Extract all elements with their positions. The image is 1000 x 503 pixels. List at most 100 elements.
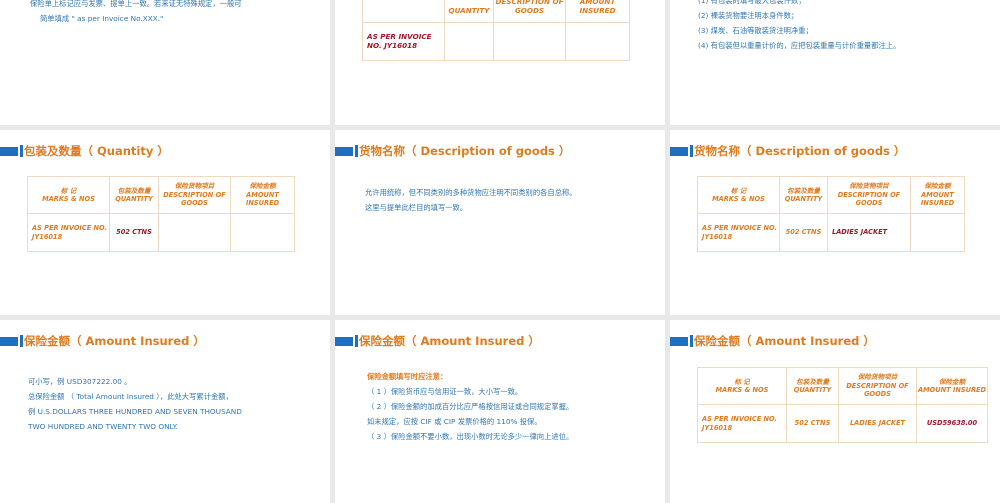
header-quantity: QUANTITY xyxy=(115,195,153,203)
header-quantity-cn: 包装及数量 xyxy=(787,186,820,195)
header-amount-cn: 保险金额 xyxy=(249,182,276,191)
cell-marks: AS PER INVOICE NO. JY16018 xyxy=(697,213,780,252)
title-block-icon xyxy=(335,336,353,346)
body-line: 如未规定，应按 CIF 或 CIP 发票价格的 110% 投保。 xyxy=(367,417,542,426)
cell-quantity: 502 CTNS xyxy=(779,213,828,252)
body-line: (2) 裸装货物要注明本身件数； xyxy=(698,11,799,20)
header-marks: MARKS & NOS xyxy=(715,386,769,394)
slide-title: 保险金额（ Amount Insured ） xyxy=(670,334,875,348)
title-bar-icon xyxy=(355,145,358,157)
body-line: TWO HUNDRED AND TWENTY TWO ONLY. xyxy=(28,422,178,431)
title-text: 货物名称（ Description of goods ） xyxy=(359,144,571,158)
header-marks: MARKS & NOS xyxy=(42,195,95,203)
cell-description xyxy=(158,213,231,252)
body-line: 保险单上标记应与发票、提单上一致。若来证无特殊规定，一般可 xyxy=(30,0,242,8)
body-line: （ 1 ）保险货币应与信用证一致，大小写一致。 xyxy=(367,387,523,396)
cell-amount xyxy=(910,213,965,252)
cell-amount xyxy=(565,22,630,61)
header-description: DESCRIPTION OF GOODS xyxy=(495,0,564,15)
header-quantity-cn: 包装及数量 xyxy=(796,377,829,386)
header-marks-cn: 标 记 xyxy=(734,377,750,386)
title-block-icon xyxy=(0,336,18,346)
header-quantity-cn: 包装及数量 xyxy=(117,186,151,195)
header-marks-cn: 标 记 xyxy=(60,186,77,195)
header-description: DESCRIPTION OF GOODS xyxy=(163,190,226,208)
title-bar-icon xyxy=(690,335,693,347)
body-line: 这里与提单此栏目的填写一致。 xyxy=(365,203,468,212)
header-description-cn: 保险货物项目 xyxy=(857,373,898,382)
cell-quantity: 502 CTNS xyxy=(786,404,839,443)
header-description: DESCRIPTION OF GOODS xyxy=(837,190,901,208)
insurance-table: QUANTITY DESCRIPTION OF GOODS AMOUNT INSUR… xyxy=(362,0,630,61)
body-line: （ 2 ）保险金额的加成百分比应严格按信用证或合同规定掌握。 xyxy=(367,402,574,411)
cell-description: LADIES JACKET xyxy=(838,404,917,443)
header-amount: AMOUNT INSURED xyxy=(579,0,616,15)
header-amount-cn: 保险金额 xyxy=(938,377,966,386)
slide-body: 保险金额填写时应注意： （ 1 ）保险货币应与信用证一致，大小写一致。 （ 2 … xyxy=(367,369,573,444)
header-amount: AMOUNT INSURED xyxy=(920,190,955,208)
cell-description: LADIES JACKET xyxy=(827,213,911,252)
header-amount: AMOUNT INSURED xyxy=(245,190,280,208)
body-line: (3) 煤炭、石油等散装货注明净重； xyxy=(698,26,813,35)
slide-title: 货物名称（ Description of goods ） xyxy=(670,144,905,158)
cell-description xyxy=(493,22,566,61)
title-bar-icon xyxy=(20,335,23,347)
cell-quantity xyxy=(444,22,494,61)
title-bar-icon xyxy=(690,145,693,157)
header-quantity: QUANTITY xyxy=(793,386,832,394)
body-line: 允许用统称，但不同类别的多种货物应注明不同类别的各自总称。 xyxy=(365,188,577,197)
note-heading: 保险金额填写时应注意： xyxy=(367,372,448,381)
body-line: (4) 有包装但以重量计价的，应把包装重量与计价重量都注上。 xyxy=(698,41,901,50)
title-block-icon xyxy=(335,146,353,156)
slide-thumbnail-3[interactable]: (1) 有包装的填写最大包装件数； (2) 裸装货物要注明本身件数； (3) 煤… xyxy=(670,0,1000,125)
slide-body: 可小写，例 USD307222.00 。 总保险金额 （ Total Amoun… xyxy=(28,374,242,434)
insurance-table: 标 记 MARKS & NOS 包装及数量 QUANTITY 保险货物项目 DESCRIP… xyxy=(697,176,965,252)
slide-title: 保险金额（ Amount Insured ） xyxy=(335,334,540,348)
slide-thumbnail-4[interactable]: 包装及数量（ Quantity ） 标 记 MARKS & NOS 包装及数量 QUA… xyxy=(0,130,330,315)
insurance-table: 标 记 MARKS & NOS 包装及数量 QUANTITY 保险货物项目 DESCRIP… xyxy=(697,367,988,443)
slide-body: 允许用统称，但不同类别的多种货物应注明不同类别的各自总称。 这里与提单此栏目的填… xyxy=(365,185,577,215)
title-block-icon xyxy=(0,146,18,156)
header-description-cn: 保险货物项目 xyxy=(849,182,889,191)
slide-title: 货物名称（ Description of goods ） xyxy=(335,144,570,158)
body-line: (1) 有包装的填写最大包装件数； xyxy=(698,0,806,5)
slide-thumbnail-9[interactable]: 保险金额（ Amount Insured ） 标 记 MARKS & NOS 包装及… xyxy=(670,320,1000,503)
header-marks: MARKS & NOS xyxy=(712,195,765,203)
slide-body: (1) 有包装的填写最大包装件数； (2) 裸装货物要注明本身件数； (3) 煤… xyxy=(698,0,900,53)
title-bar-icon xyxy=(20,145,23,157)
title-text: 货物名称（ Description of goods ） xyxy=(694,144,906,158)
body-line: 例 U.S.DOLLARS THREE HUNDRED AND SEVEN TH… xyxy=(28,407,242,416)
header-marks-cn: 标 记 xyxy=(730,186,747,195)
header-amount: AMOUNT INSURED xyxy=(917,386,987,394)
slide-thumbnail-1[interactable]: 保险单上标记应与发票、提单上一致。若来证无特殊规定，一般可 简单填成 " as … xyxy=(0,0,330,125)
header-description: DESCRIPTION OF GOODS xyxy=(846,381,909,399)
title-bar-icon xyxy=(355,335,358,347)
insurance-table: 标 记 MARKS & NOS 包装及数量 QUANTITY 保险货物项目 DESCRIP… xyxy=(27,176,295,252)
header-description-cn: 保险货物项目 xyxy=(174,182,215,191)
slide-thumbnail-6[interactable]: 货物名称（ Description of goods ） 标 记 MARKS & … xyxy=(670,130,1000,315)
title-text: 保险金额（ Amount Insured ） xyxy=(694,334,875,348)
body-line: 可小写，例 USD307222.00 。 xyxy=(28,377,132,386)
slide-thumbnail-8[interactable]: 保险金额（ Amount Insured ） 保险金额填写时应注意： （ 1 ）… xyxy=(335,320,665,503)
slide-body: 保险单上标记应与发票、提单上一致。若来证无特殊规定，一般可 简单填成 " as … xyxy=(30,0,242,26)
title-block-icon xyxy=(670,146,688,156)
cell-marks: AS PER INVOICE NO. JY16018 xyxy=(362,22,445,61)
header-amount-cn: 保险金额 xyxy=(924,182,951,191)
header-quantity: QUANTITY xyxy=(784,195,823,203)
slide-thumbnail-5[interactable]: 货物名称（ Description of goods ） 允许用统称，但不同类别… xyxy=(335,130,665,315)
title-text: 保险金额（ Amount Insured ） xyxy=(24,334,205,348)
slide-title: 包装及数量（ Quantity ） xyxy=(0,144,169,158)
slide-title: 保险金额（ Amount Insured ） xyxy=(0,334,205,348)
slide-thumbnail-7[interactable]: 保险金额（ Amount Insured ） 可小写，例 USD307222.0… xyxy=(0,320,330,503)
cell-marks: AS PER INVOICE NO. JY16018 xyxy=(27,213,110,252)
title-block-icon xyxy=(670,336,688,346)
title-text: 保险金额（ Amount Insured ） xyxy=(359,334,540,348)
cell-quantity: 502 CTNS xyxy=(109,213,159,252)
slide-thumbnail-2[interactable]: QUANTITY DESCRIPTION OF GOODS AMOUNT INSUR… xyxy=(335,0,665,125)
body-line: 总保险金额 （ Total Amount Insured ），此处大写累计金额， xyxy=(28,392,233,401)
cell-marks: AS PER INVOICE NO. JY16018 xyxy=(697,404,787,443)
cell-amount: USD59638.00 xyxy=(916,404,988,443)
header-marks xyxy=(362,0,445,23)
header-quantity: QUANTITY xyxy=(448,5,490,15)
body-line: 简单填成 " as per Invoice No.XXX." xyxy=(40,14,164,23)
